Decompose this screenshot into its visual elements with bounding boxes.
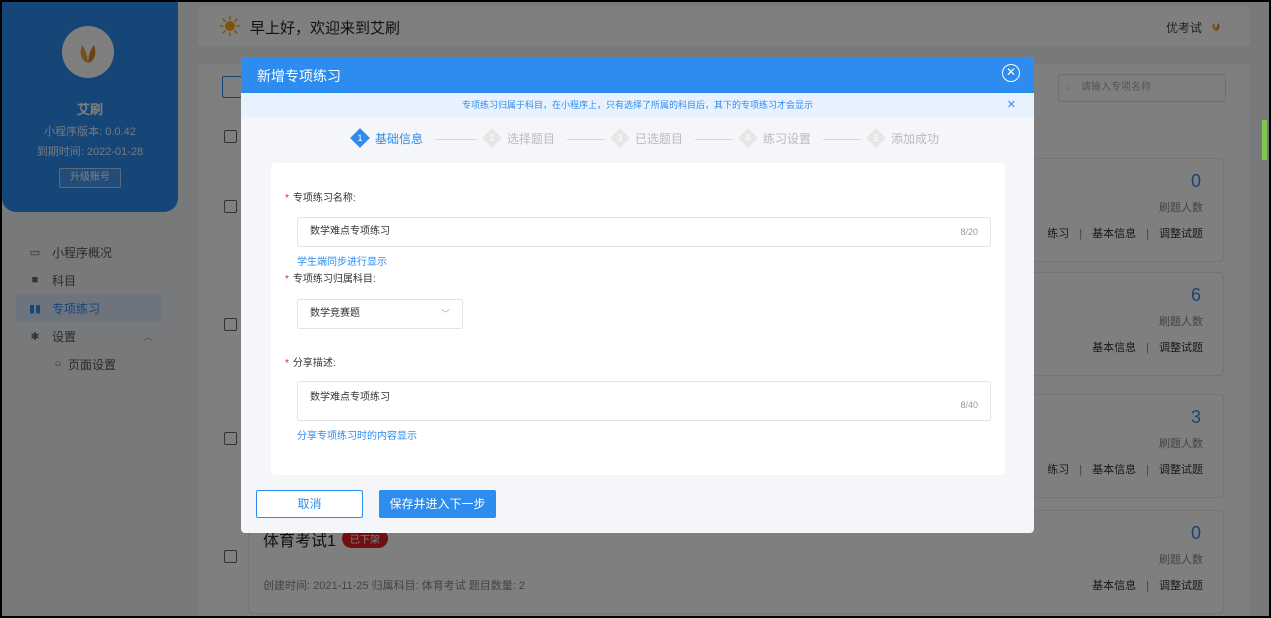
notice-bar: 专项练习归属于科目，在小程序上，只有选择了所属的科目后，其下的专项练习才会显示 … <box>241 93 1034 117</box>
step-label: 选择题目 <box>507 131 556 146</box>
name-hint: 学生端同步进行显示 <box>297 257 387 268</box>
step-label: 已选题目 <box>635 131 684 146</box>
chevron-down-icon: ﹀ <box>440 309 450 319</box>
step-marker-icon: 4 <box>738 128 758 148</box>
step-connector <box>695 139 733 140</box>
step-label: 基础信息 <box>375 131 424 146</box>
step-label: 添加成功 <box>891 131 940 146</box>
step-connector <box>823 139 861 140</box>
add-practice-modal: 新增专项练习 ✕ 专项练习归属于科目，在小程序上，只有选择了所属的科目后，其下的… <box>241 57 1034 533</box>
step-marker-icon: 2 <box>482 128 502 148</box>
save-next-button[interactable]: 保存并进入下一步 <box>379 490 496 518</box>
subject-field-label: * 专项练习归属科目: <box>285 274 376 285</box>
notice-text: 专项练习归属于科目，在小程序上，只有选择了所属的科目后，其下的专项练习才会显示 <box>461 100 813 110</box>
practice-name-value: 数学难点专项练习 <box>310 226 390 237</box>
share-description-value: 数学难点专项练习 <box>310 392 390 403</box>
modal-title: 新增专项练习 <box>257 68 341 84</box>
side-indicator <box>1262 120 1267 160</box>
modal-header: 新增专项练习 ✕ <box>241 57 1034 93</box>
share-description-textarea[interactable]: 数学难点专项练习 8/40 <box>297 381 991 421</box>
subject-select-value: 数学竞赛题 <box>310 308 360 319</box>
step-1: 1 基础信息 <box>350 128 424 148</box>
step-marker-icon: 3 <box>610 128 630 148</box>
step-3: 3 已选题目 <box>610 128 684 148</box>
desc-hint: 分享专项练习时的内容显示 <box>297 431 417 442</box>
desc-char-counter: 8/40 <box>960 400 978 410</box>
name-char-counter: 8/20 <box>960 227 978 237</box>
scrollbar[interactable] <box>1240 68 1246 308</box>
subject-select[interactable]: 数学竞赛题 ﹀ <box>297 299 463 329</box>
step-connector <box>567 139 605 140</box>
cancel-button[interactable]: 取消 <box>256 490 363 518</box>
notice-close-icon[interactable]: ✕ <box>1007 93 1016 117</box>
step-4: 4 练习设置 <box>738 128 812 148</box>
name-field-label: * 专项练习名称: <box>285 193 356 204</box>
basic-info-form: * 专项练习名称: 数学难点专项练习 8/20 学生端同步进行显示 * 专项练习归属… <box>271 163 1005 475</box>
step-2: 2 选择题目 <box>482 128 556 148</box>
close-icon[interactable]: ✕ <box>1002 64 1020 82</box>
step-marker-icon: 1 <box>350 128 370 148</box>
step-indicator: 1 基础信息 2 选择题目 3 已选题目 4 练习设置 5 添加成功 <box>241 128 1034 151</box>
practice-name-input[interactable]: 数学难点专项练习 8/20 <box>297 217 991 247</box>
desc-field-label: * 分享描述: <box>285 358 336 369</box>
step-5: 5 添加成功 <box>866 128 940 148</box>
step-marker-icon: 5 <box>866 128 886 148</box>
step-connector <box>435 139 477 140</box>
app-window: 艾刷 小程序版本: 0.0.42 到期时间: 2022-01-28 升级账号 ▭… <box>2 2 1269 616</box>
step-label: 练习设置 <box>763 131 812 146</box>
